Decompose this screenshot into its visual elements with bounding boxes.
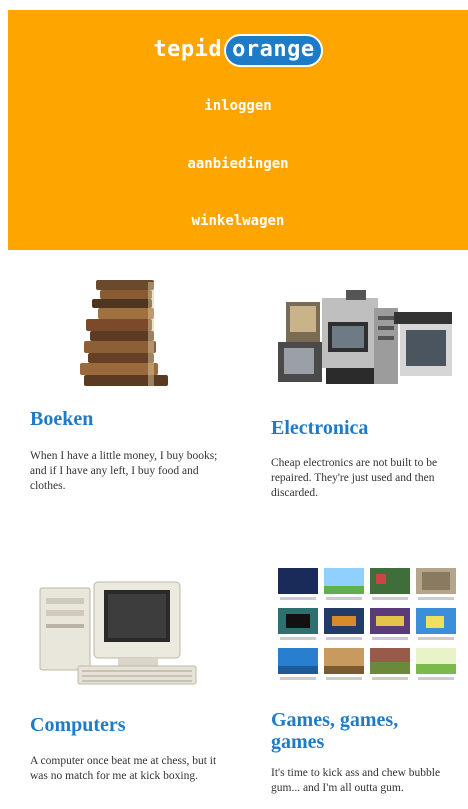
nav-offers[interactable]: aanbiedingen (8, 156, 468, 172)
game-screenshots-image (278, 568, 456, 680)
product-description: It's time to kick ass and chew bubble gu… (271, 767, 441, 794)
product-title[interactable]: Electronica (271, 417, 368, 439)
nav-login[interactable]: inloggen (8, 98, 468, 114)
product-description: A computer once beat me at chess, but it… (30, 755, 217, 782)
nav-cart[interactable]: winkelwagen (8, 213, 468, 229)
site-logo[interactable]: tepid orange (8, 34, 468, 67)
logo-text: tepid (153, 37, 223, 62)
product-title[interactable]: Computers (30, 714, 126, 736)
books-stack-image (80, 280, 168, 386)
product-title[interactable]: Boeken (30, 408, 93, 430)
product-description: When I have a little money, I buy books;… (30, 450, 218, 492)
retro-computer-image (39, 581, 197, 685)
product-description: Cheap electronics are not built to be re… (271, 457, 438, 499)
page: tepid orange inloggen aanbiedingen winkel… (0, 0, 468, 809)
product-title[interactable]: Games, games, games (271, 709, 431, 753)
logo-pill: orange (224, 34, 323, 67)
electronics-pile-image (278, 290, 452, 384)
site-header: tepid orange inloggen aanbiedingen winkel… (8, 10, 468, 250)
